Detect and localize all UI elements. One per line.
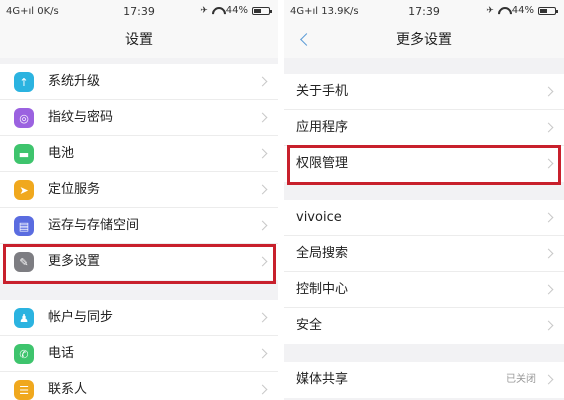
settings-group-system: ↑ 系统升级 ◎ 指纹与密码 ▬ 电池 ➤ 定位服务 ▤ 运存与存储空间 ✎ 更… — [0, 64, 278, 280]
chevron-right-icon — [543, 374, 554, 385]
chevron-right-icon — [257, 76, 268, 87]
settings-item-location[interactable]: ➤ 定位服务 — [0, 172, 278, 208]
no-sim-icon: ✈ — [200, 5, 208, 16]
chevron-right-icon — [257, 112, 268, 123]
fingerprint-icon: ◎ — [14, 108, 34, 128]
settings-item-label: 帐户与同步 — [48, 310, 114, 325]
settings-item-battery[interactable]: ▬ 电池 — [0, 136, 278, 172]
battery-icon: ▬ — [14, 144, 34, 164]
page-title-text: 更多设置 — [396, 32, 452, 48]
more-settings-group-1: 关于手机 应用程序 权限管理 — [284, 74, 564, 182]
battery-level-icon — [252, 6, 272, 15]
settings-group-accounts: ♟ 帐户与同步 ✆ 电话 ☰ 联系人 — [0, 300, 278, 400]
settings-item-media-sharing[interactable]: 媒体共享 已关闭 — [284, 362, 564, 398]
battery-percent: 44% — [225, 5, 248, 16]
more-settings-group-3: 媒体共享 已关闭 — [284, 362, 564, 398]
contacts-icon: ☰ — [14, 380, 34, 400]
status-bar: 4G+ıl 0K/s 17:39 ✈ 44% — [0, 0, 278, 24]
settings-item-label: 联系人 — [48, 382, 88, 397]
settings-item-contacts[interactable]: ☰ 联系人 — [0, 372, 278, 400]
chevron-right-icon — [543, 212, 554, 223]
settings-item-label: 运存与存储空间 — [48, 218, 140, 233]
system-upgrade-icon: ↑ — [14, 72, 34, 92]
settings-item-label: vivoice — [296, 210, 342, 225]
storage-icon: ▤ — [14, 216, 34, 236]
chevron-right-icon — [543, 248, 554, 259]
settings-item-label: 关于手机 — [296, 84, 349, 99]
chevron-right-icon — [257, 184, 268, 195]
chevron-right-icon — [543, 122, 554, 133]
settings-item-label: 应用程序 — [296, 120, 349, 135]
settings-item-label: 更多设置 — [48, 254, 101, 269]
location-icon: ➤ — [14, 180, 34, 200]
chevron-right-icon — [257, 256, 268, 267]
settings-item-global-search[interactable]: 全局搜索 — [284, 236, 564, 272]
settings-item-storage[interactable]: ▤ 运存与存储空间 — [0, 208, 278, 244]
page-title: 更多设置 — [284, 24, 564, 58]
settings-item-label: 媒体共享 — [296, 372, 349, 387]
page-title: 设置 — [0, 24, 278, 58]
chevron-right-icon — [543, 320, 554, 331]
settings-item-label: 控制中心 — [296, 282, 349, 297]
no-sim-icon: ✈ — [486, 5, 494, 16]
back-arrow-icon[interactable] — [298, 30, 312, 50]
chevron-right-icon — [257, 348, 268, 359]
battery-percent: 44% — [511, 5, 534, 16]
wrench-icon: ✎ — [14, 252, 34, 272]
status-bar: 4G+ıl 13.9K/s 17:39 ✈ 44% — [284, 0, 564, 24]
settings-item-label: 全局搜索 — [296, 246, 349, 261]
chevron-right-icon — [257, 148, 268, 159]
settings-item-system-upgrade[interactable]: ↑ 系统升级 — [0, 64, 278, 100]
status-value: 已关闭 — [506, 374, 536, 385]
settings-item-vivoice[interactable]: vivoice — [284, 200, 564, 236]
chevron-right-icon — [257, 384, 268, 395]
chevron-right-icon — [543, 284, 554, 295]
settings-item-applications[interactable]: 应用程序 — [284, 110, 564, 146]
settings-item-label: 电话 — [48, 346, 75, 361]
wifi-icon — [498, 7, 508, 15]
settings-item-label: 系统升级 — [48, 74, 101, 89]
settings-item-label: 定位服务 — [48, 182, 101, 197]
settings-item-label: 指纹与密码 — [48, 110, 114, 125]
settings-item-label: 权限管理 — [296, 156, 349, 171]
settings-item-label: 电池 — [48, 146, 75, 161]
chevron-right-icon — [257, 312, 268, 323]
settings-item-fingerprint-password[interactable]: ◎ 指纹与密码 — [0, 100, 278, 136]
battery-level-icon — [538, 6, 558, 15]
settings-item-more-settings[interactable]: ✎ 更多设置 — [0, 244, 278, 280]
chevron-right-icon — [543, 86, 554, 97]
chevron-right-icon — [257, 220, 268, 231]
more-settings-group-2: vivoice 全局搜索 控制中心 安全 — [284, 200, 564, 344]
account-icon: ♟ — [14, 308, 34, 328]
settings-item-control-center[interactable]: 控制中心 — [284, 272, 564, 308]
wifi-icon — [212, 7, 222, 15]
more-settings-screen: 4G+ıl 13.9K/s 17:39 ✈ 44% 更多设置 关于手机 应用程序… — [284, 0, 564, 400]
status-icons: ✈ 44% — [200, 5, 272, 16]
phone-icon: ✆ — [14, 344, 34, 364]
settings-item-label: 安全 — [296, 318, 323, 333]
settings-item-account-sync[interactable]: ♟ 帐户与同步 — [0, 300, 278, 336]
settings-item-permission-management[interactable]: 权限管理 — [284, 146, 564, 182]
status-icons: ✈ 44% — [486, 5, 558, 16]
settings-screen: 4G+ıl 0K/s 17:39 ✈ 44% 设置 ↑ 系统升级 ◎ 指纹与密码… — [0, 0, 278, 400]
settings-item-about-phone[interactable]: 关于手机 — [284, 74, 564, 110]
chevron-right-icon — [543, 158, 554, 169]
settings-item-security[interactable]: 安全 — [284, 308, 564, 344]
settings-item-phone[interactable]: ✆ 电话 — [0, 336, 278, 372]
